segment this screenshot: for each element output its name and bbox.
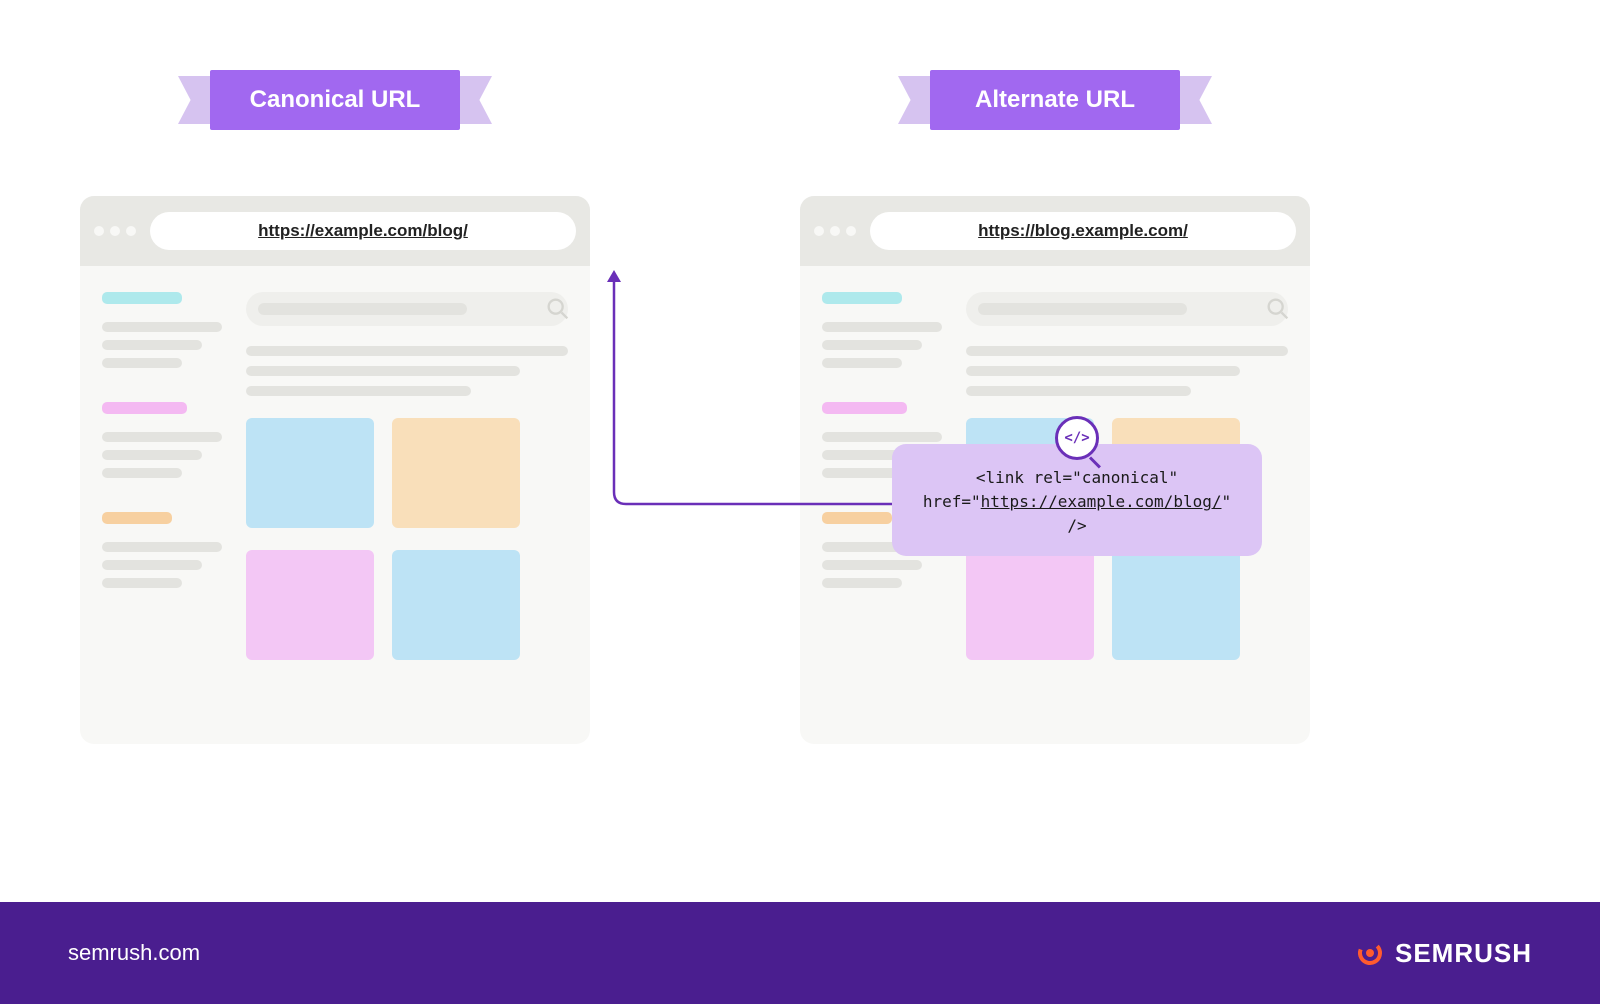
code-icon-label: </> [1064,428,1089,449]
browser-body [80,266,590,686]
content-card-placeholder [966,550,1094,660]
code-inspect-icon: </> [1055,416,1099,460]
browser-toolbar: https://blog.example.com/ [800,196,1310,266]
search-placeholder [246,292,568,326]
content-card-placeholder [392,550,520,660]
semrush-brand-text: SEMRUSH [1395,938,1532,969]
alternate-banner-label: Alternate URL [930,70,1180,130]
canonical-url-diagram: Canonical URL https://example.com/blog/ [0,0,1600,902]
content-card-placeholder [246,418,374,528]
canonical-banner-label: Canonical URL [210,70,460,130]
search-placeholder [966,292,1288,326]
canonical-column: Canonical URL https://example.com/blog/ [80,70,590,744]
content-card-placeholder [246,550,374,660]
alternate-address-bar: https://blog.example.com/ [870,212,1296,250]
footer-url: semrush.com [68,940,200,966]
search-icon [1264,295,1292,323]
code-canonical-url: https://example.com/blog/ [981,492,1222,511]
window-controls-icon [814,226,856,236]
canonical-banner: Canonical URL [80,70,590,140]
footer-bar: semrush.com SEMRUSH [0,902,1600,1004]
alternate-column: Alternate URL https://blog.example.com/ [800,70,1310,744]
content-card-placeholder [392,418,520,528]
canonical-code-tooltip: </> <link rel="canonical" href="https://… [892,444,1262,556]
code-line-1: <link rel="canonical" [910,466,1244,490]
alternate-banner: Alternate URL [800,70,1310,140]
window-controls-icon [94,226,136,236]
page-main-placeholder [246,292,568,660]
content-card-placeholder [1112,550,1240,660]
search-icon [544,295,572,323]
canonical-address-bar: https://example.com/blog/ [150,212,576,250]
semrush-flame-icon [1353,936,1387,970]
code-line-2: href="https://example.com/blog/" /> [910,490,1244,538]
canonical-browser-mockup: https://example.com/blog/ [80,196,590,744]
semrush-logo: SEMRUSH [1353,936,1532,970]
browser-toolbar: https://example.com/blog/ [80,196,590,266]
code-line-2-prefix: href=" [923,492,981,511]
page-sidebar-placeholder [102,292,222,660]
